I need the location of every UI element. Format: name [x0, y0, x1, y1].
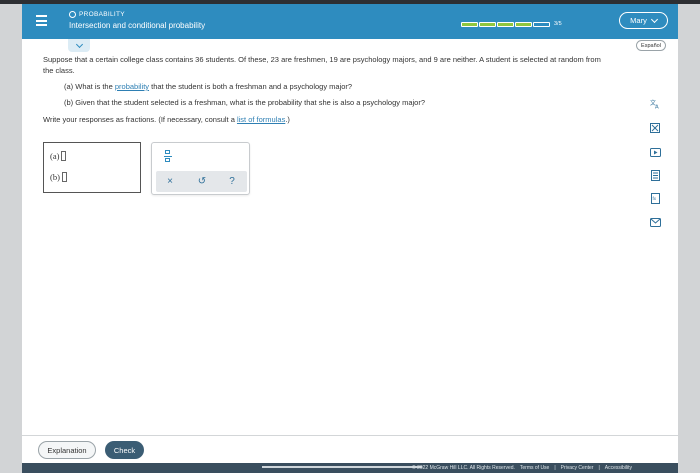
help-button[interactable]: ?: [224, 174, 240, 188]
palette-actions: × ↺ ?: [156, 171, 247, 192]
clear-button[interactable]: ×: [162, 174, 178, 188]
progress-segment: [461, 21, 478, 27]
mail-icon[interactable]: [648, 215, 662, 229]
topic-label: PROBABILITY: [69, 11, 125, 18]
answer-a-label: (a): [50, 151, 60, 161]
question-b: (b) Given that the student selected is a…: [64, 98, 426, 107]
fraction-icon[interactable]: [164, 150, 172, 163]
terms-link[interactable]: Terms of Use: [520, 465, 549, 471]
legal-footer: © 2022 McGraw Hill LLC. All Rights Reser…: [22, 463, 678, 473]
topic-header: PROBABILITY Intersection and conditional…: [22, 4, 678, 39]
instructions: Write your responses as fractions. (If n…: [43, 115, 290, 124]
answer-b-label: (b): [50, 172, 60, 182]
question-a-text-end: that the student is both a freshman and …: [149, 82, 353, 91]
menu-icon[interactable]: [36, 15, 48, 27]
progress-segment: [479, 21, 496, 27]
answer-box: (a) (b): [43, 142, 141, 193]
user-menu-button[interactable]: Mary: [619, 12, 668, 29]
footer-divider: [22, 435, 678, 436]
svg-text:fx: fx: [652, 196, 656, 201]
math-palette: × ↺ ?: [151, 142, 250, 195]
answer-b-input[interactable]: [61, 172, 67, 182]
explanation-button[interactable]: Explanation: [38, 441, 96, 459]
video-icon[interactable]: [648, 145, 662, 159]
user-name: Mary: [630, 16, 647, 25]
check-button[interactable]: Check: [105, 441, 144, 459]
instructions-text-start: Write your responses as fractions. (If n…: [43, 115, 237, 124]
progress-bar: 3/5: [461, 21, 562, 27]
question-a: (a) What is the probability that the stu…: [64, 82, 352, 91]
answer-a-input[interactable]: [61, 151, 67, 161]
instructions-text-end: .): [285, 115, 290, 124]
separator: |: [554, 465, 556, 471]
progress-segment: [515, 21, 532, 27]
translate-icon[interactable]: 文A: [648, 96, 662, 110]
legal-links: © 2022 McGraw Hill LLC. All Rights Reser…: [412, 465, 632, 471]
question-a-text-start: (a) What is the: [64, 82, 115, 91]
textbook-icon[interactable]: [648, 168, 662, 182]
progress-segment: [533, 21, 550, 27]
topic-text: PROBABILITY: [79, 11, 125, 18]
accessibility-link[interactable]: Accessibility: [605, 465, 632, 471]
formulas-link[interactable]: list of formulas: [237, 115, 285, 124]
problem-statement: Suppose that a certain college class con…: [43, 55, 601, 75]
svg-text:A: A: [655, 104, 659, 109]
topic-title: Intersection and conditional probability: [69, 21, 206, 30]
chevron-down-icon: [650, 15, 658, 23]
copyright-text: © 2022 McGraw Hill LLC. All Rights Reser…: [412, 465, 515, 471]
chevron-down-icon: [75, 40, 83, 48]
progress-count: 3/5: [554, 21, 562, 27]
answer-row-a: (a): [50, 151, 67, 161]
collapse-toggle[interactable]: [68, 39, 90, 52]
formula-icon[interactable]: fx: [648, 191, 662, 205]
scroll-indicator: [262, 466, 422, 468]
answer-row-b: (b): [50, 172, 67, 182]
privacy-link[interactable]: Privacy Center: [561, 465, 594, 471]
calculator-icon[interactable]: [648, 121, 662, 135]
progress-segment: [497, 21, 514, 27]
aleks-app: PROBABILITY Intersection and conditional…: [22, 4, 678, 473]
probability-link[interactable]: probability: [115, 82, 149, 91]
undo-button[interactable]: ↺: [194, 174, 210, 188]
topic-ring-icon: [69, 11, 76, 18]
language-button[interactable]: Español: [636, 40, 666, 51]
separator: |: [598, 465, 600, 471]
